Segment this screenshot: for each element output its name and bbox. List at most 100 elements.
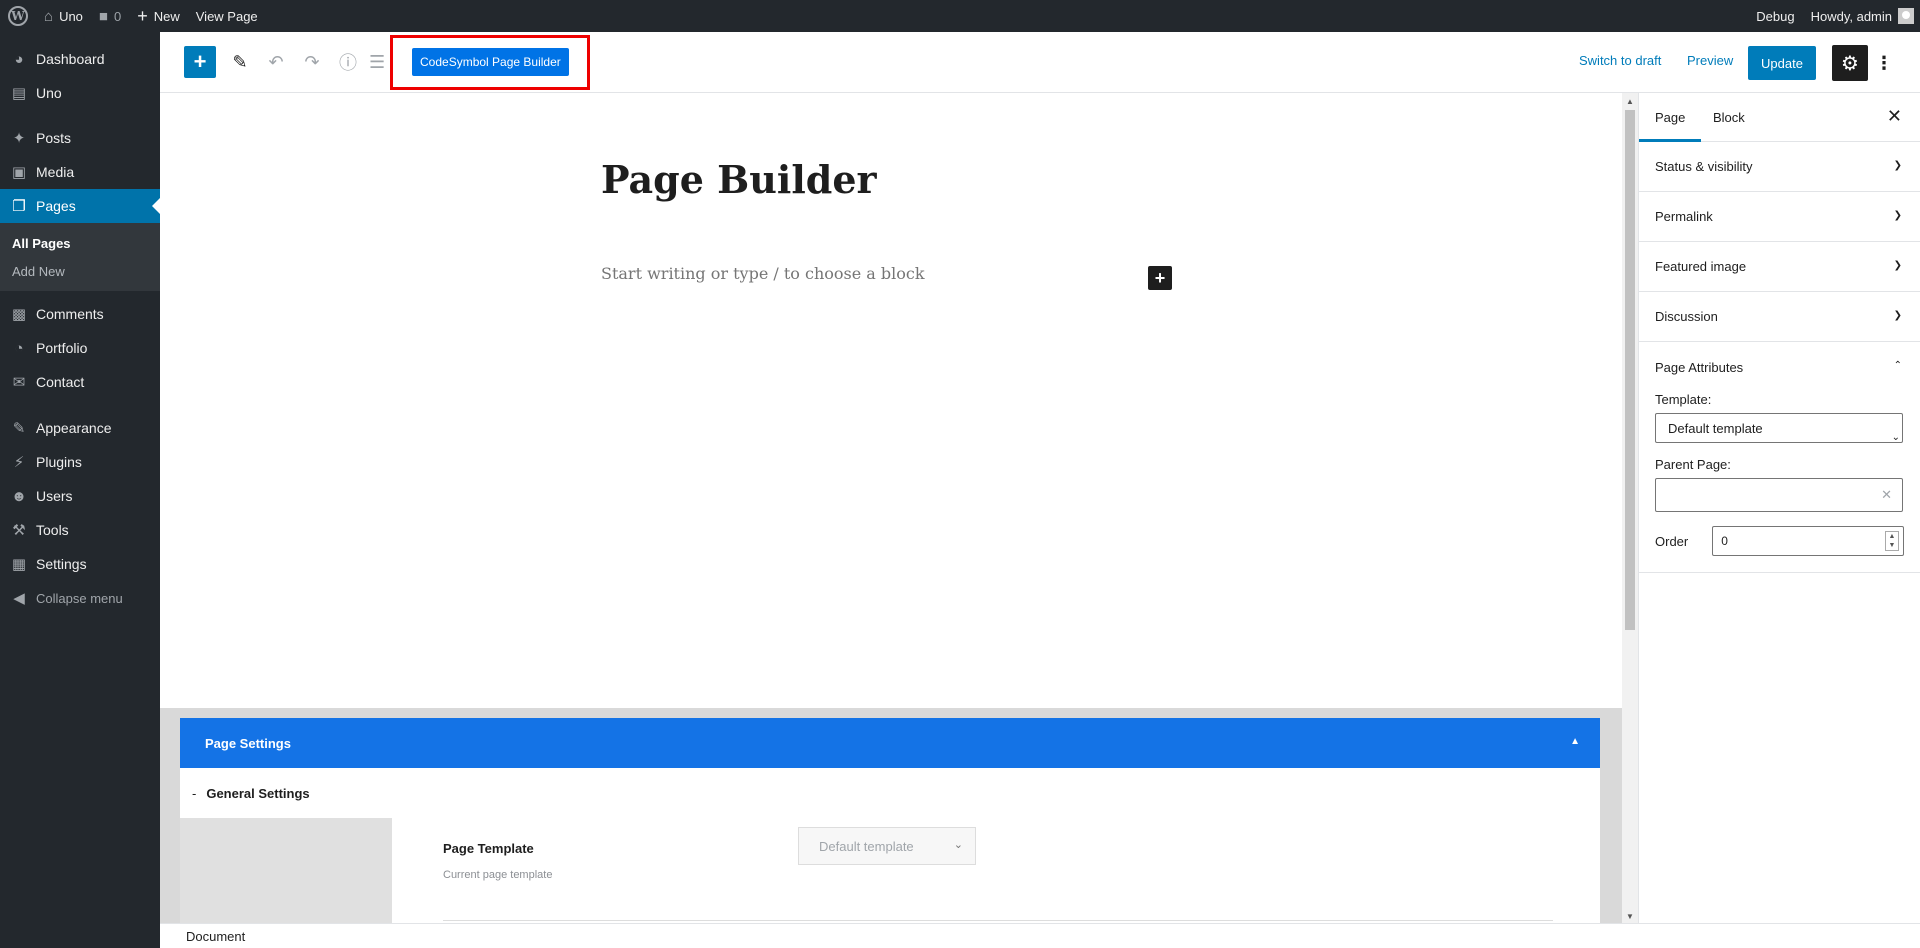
- collapse-icon: ◀: [13, 590, 25, 607]
- sidebar-item-dashboard[interactable]: ◕ Dashboard: [0, 42, 160, 76]
- chevron-down-icon: ❯: [1893, 210, 1902, 221]
- update-button[interactable]: Update: [1748, 46, 1816, 80]
- sidebar-item-label: Comments: [36, 306, 104, 322]
- plus-icon: +: [137, 5, 148, 26]
- sidebar-item-appearance[interactable]: ✎ Appearance: [0, 411, 160, 445]
- sidebar-item-media[interactable]: ▣ Media: [0, 155, 160, 189]
- sidebar-item-label: Pages: [36, 198, 76, 214]
- panel-discussion[interactable]: Discussion ❯: [1639, 292, 1920, 342]
- parent-page-combobox[interactable]: ✕: [1655, 478, 1903, 512]
- mail-icon: ✉: [12, 374, 26, 391]
- clear-icon[interactable]: ✕: [1881, 487, 1892, 503]
- scrollbar-thumb[interactable]: [1625, 110, 1635, 630]
- tab-block[interactable]: Block: [1697, 93, 1761, 142]
- preview-button[interactable]: Preview: [1687, 53, 1733, 68]
- outline-button[interactable]: ☰: [370, 46, 384, 78]
- panel-permalink[interactable]: Permalink ❯: [1639, 192, 1920, 242]
- highlight-box: [390, 35, 590, 90]
- sidebar-item-label: Contact: [36, 374, 85, 390]
- editor-canvas: Page Builder Start writing or type / to …: [160, 93, 1622, 923]
- more-options-button[interactable]: ⋮: [1874, 46, 1894, 80]
- panel-featured-image[interactable]: Featured image ❯: [1639, 242, 1920, 292]
- sidebar-item-users[interactable]: ☻ Users: [0, 479, 160, 513]
- chevron-down-icon: ⌄: [953, 839, 963, 851]
- comments-link[interactable]: ■ 0: [91, 0, 129, 32]
- wordpress-logo-button[interactable]: W: [0, 0, 36, 32]
- add-block-button[interactable]: +: [184, 46, 216, 78]
- sidebar-item-settings[interactable]: ▦ Settings: [0, 547, 160, 581]
- inline-add-block-button[interactable]: +: [1148, 266, 1172, 290]
- sidebar-item-label: Collapse menu: [36, 590, 123, 606]
- general-settings-title: General Settings: [206, 785, 310, 801]
- template-select[interactable]: Default template ⌄: [1655, 413, 1903, 443]
- settings-toggle-button[interactable]: ⚙: [1832, 45, 1868, 81]
- order-input[interactable]: 0 ▲ ▼: [1712, 526, 1904, 556]
- chevron-up-icon: ⌃: [1893, 360, 1902, 371]
- details-button[interactable]: ⓘ: [334, 46, 362, 78]
- sidebar-item-label: Settings: [36, 556, 87, 572]
- debug-link[interactable]: Debug: [1748, 0, 1802, 32]
- debug-label: Debug: [1756, 8, 1795, 24]
- more-vertical-icon: ⋮: [1875, 52, 1893, 73]
- home-icon: ⌂: [44, 7, 54, 25]
- panel-title: Discussion: [1655, 309, 1718, 324]
- redo-button[interactable]: ↷: [298, 46, 326, 78]
- sidebar-item-tools[interactable]: ⚒ Tools: [0, 513, 160, 547]
- page-title[interactable]: Page Builder: [601, 157, 877, 202]
- scroll-down-icon[interactable]: ▼: [1626, 912, 1634, 921]
- panel-status-visibility[interactable]: Status & visibility ❯: [1639, 142, 1920, 192]
- settings-side-tabs: [180, 818, 392, 923]
- switch-to-draft-button[interactable]: Switch to draft: [1579, 53, 1661, 68]
- tools-button[interactable]: ✎: [226, 46, 254, 78]
- page-attributes-toggle[interactable]: Page Attributes ⌃: [1655, 342, 1904, 392]
- editor-scrollbar[interactable]: ▲ ▼: [1622, 93, 1638, 923]
- panel-title: Page Attributes: [1655, 359, 1744, 375]
- new-content-link[interactable]: + New: [129, 0, 188, 32]
- page-template-description: Current page template: [443, 869, 553, 881]
- pin-icon: ✦: [12, 130, 26, 147]
- pages-icon: ❐: [12, 198, 26, 215]
- page-template-select[interactable]: Default template ⌄: [798, 827, 976, 865]
- page-settings-panel: Page Settings ▲ - General Settings Page …: [180, 718, 1600, 923]
- site-name: Uno: [59, 8, 83, 24]
- sidebar-item-label: Dashboard: [36, 51, 105, 67]
- close-icon[interactable]: ✕: [1887, 106, 1902, 127]
- sidebar-item-plugins[interactable]: ⚡ Plugins: [0, 445, 160, 479]
- editor-toolbar: + ✎ ↶ ↷ ⓘ ☰ CodeSymbol Page Builder Swit…: [160, 32, 1920, 93]
- site-name-link[interactable]: ⌂ Uno: [36, 0, 91, 32]
- sidebar-item-comments[interactable]: ▩ Comments: [0, 297, 160, 331]
- account-menu[interactable]: Howdy, admin: [1803, 0, 1920, 32]
- sidebar-tabs: Page Block ✕: [1639, 93, 1920, 142]
- view-page-link[interactable]: View Page: [188, 0, 266, 32]
- sidebar-item-posts[interactable]: ✦ Posts: [0, 121, 160, 155]
- spinner-icon[interactable]: ▲ ▼: [1885, 531, 1899, 551]
- submenu-all-pages[interactable]: All Pages: [0, 229, 160, 257]
- user-icon: ☻: [11, 487, 27, 505]
- new-label: New: [153, 8, 180, 24]
- panel-title: Permalink: [1655, 209, 1713, 224]
- sidebar-item-label: Posts: [36, 130, 72, 146]
- sidebar-item-label: Tools: [36, 522, 69, 538]
- sidebar-item-pages[interactable]: ❐ Pages: [0, 189, 160, 223]
- order-label: Order: [1655, 533, 1689, 549]
- general-settings-toggle[interactable]: - General Settings: [180, 768, 1600, 818]
- sidebar-item-portfolio[interactable]: ◔ Portfolio: [0, 331, 160, 365]
- collapse-dash-icon: -: [192, 785, 197, 801]
- page-settings-header[interactable]: Page Settings ▲: [180, 718, 1600, 768]
- sidebar-item-label: Appearance: [36, 420, 112, 436]
- submenu-add-new[interactable]: Add New: [0, 257, 160, 285]
- collapse-menu-button[interactable]: ◀ Collapse menu: [0, 581, 160, 615]
- breadcrumb-document[interactable]: Document: [186, 929, 245, 944]
- scroll-up-icon[interactable]: ▲: [1626, 97, 1634, 106]
- tab-page[interactable]: Page: [1639, 93, 1701, 142]
- view-page-label: View Page: [195, 8, 258, 24]
- undo-button[interactable]: ↶: [262, 46, 290, 78]
- undo-icon: ↶: [268, 51, 284, 72]
- dashboard-icon: ◕: [14, 50, 24, 68]
- block-placeholder[interactable]: Start writing or type / to choose a bloc…: [601, 264, 925, 283]
- caret-up-icon: ▲: [1570, 736, 1580, 747]
- brush-icon: ✎: [12, 420, 26, 437]
- sidebar-item-uno[interactable]: ▤ Uno: [0, 76, 160, 110]
- sidebar-item-contact[interactable]: ✉ Contact: [0, 365, 160, 399]
- info-icon: ⓘ: [339, 53, 357, 73]
